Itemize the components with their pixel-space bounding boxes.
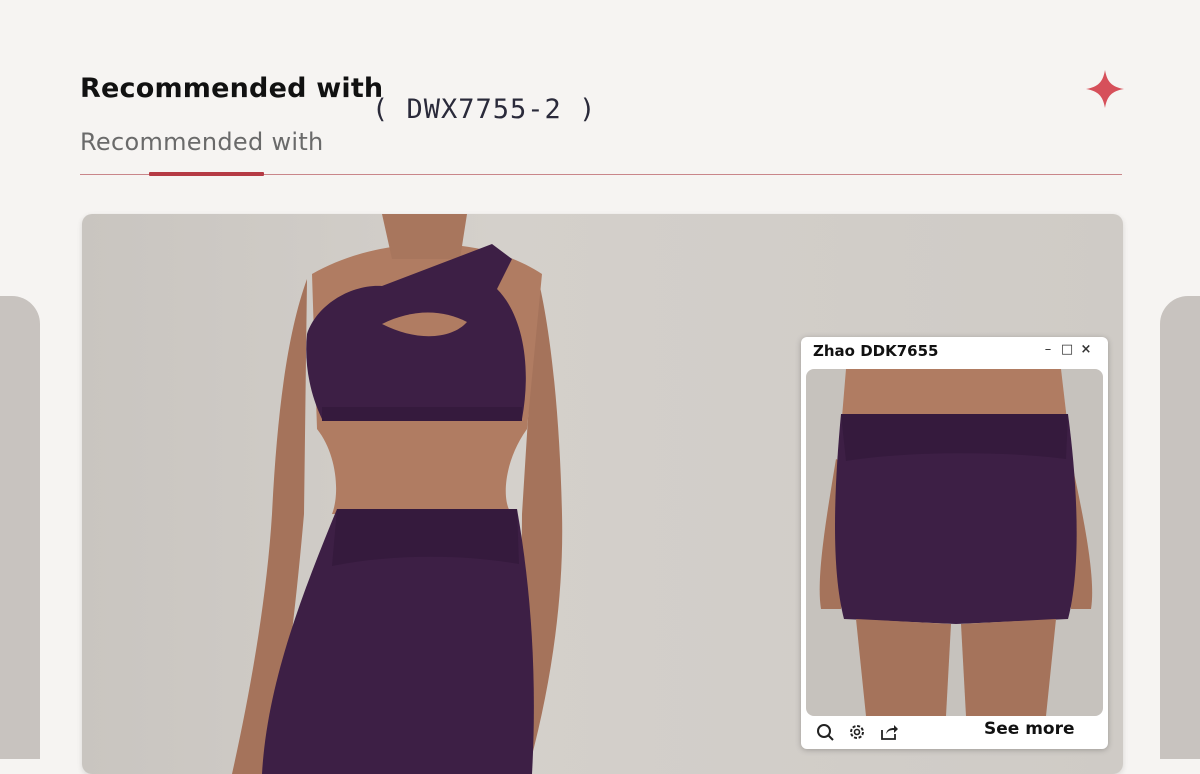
preview-popup[interactable]: Zhao DDK7655 – □ × See more bbox=[801, 337, 1108, 749]
popup-title: Zhao DDK7655 bbox=[813, 342, 939, 360]
product-code: ( DWX7755-2 ) bbox=[372, 94, 597, 125]
settings-icon[interactable] bbox=[848, 723, 866, 741]
section-subtitle: Recommended with bbox=[80, 128, 324, 156]
section-title: Recommended with bbox=[80, 73, 384, 104]
see-more-button[interactable]: See more bbox=[984, 719, 1075, 739]
four-point-star-icon bbox=[1086, 70, 1124, 108]
left-side-panel bbox=[0, 296, 40, 759]
close-icon[interactable]: × bbox=[1079, 343, 1093, 357]
zoom-icon[interactable] bbox=[816, 723, 834, 741]
share-icon[interactable] bbox=[880, 723, 898, 741]
maximize-icon[interactable]: □ bbox=[1060, 343, 1074, 357]
right-side-panel bbox=[1160, 296, 1200, 759]
header-divider-accent bbox=[149, 172, 264, 176]
minimize-icon[interactable]: – bbox=[1041, 343, 1055, 357]
popup-product-image bbox=[806, 369, 1103, 716]
